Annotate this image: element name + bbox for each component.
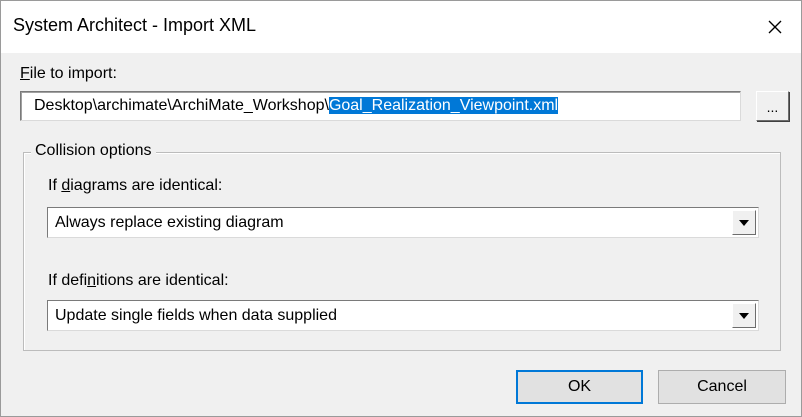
definitions-collision-value: Update single fields when data supplied <box>55 307 337 324</box>
file-path-selected: Goal_Realization_Viewpoint.xml <box>328 97 559 114</box>
diagrams-identical-label: If diagrams are identical: <box>48 177 222 195</box>
definitions-identical-label: If definitions are identical: <box>48 272 229 290</box>
definitions-label-post: itions are identical: <box>96 272 229 289</box>
definitions-label-pre: If defi <box>48 272 88 289</box>
file-label-text: ile to import: <box>29 65 117 82</box>
diagrams-label-post: iagrams are identical: <box>70 177 223 194</box>
window-title: System Architect - Import XML <box>13 15 257 35</box>
definitions-dropdown-button[interactable] <box>732 303 756 328</box>
ok-button[interactable]: OK <box>516 370 643 404</box>
close-button[interactable] <box>749 1 801 53</box>
diagrams-label-pre: If <box>48 177 62 194</box>
import-xml-dialog: System Architect - Import XML File to im… <box>0 0 802 417</box>
chevron-down-icon <box>739 312 749 319</box>
collision-options-legend: Collision options <box>31 142 156 160</box>
definitions-collision-select[interactable]: Update single fields when data supplied <box>47 300 759 331</box>
cancel-button[interactable]: Cancel <box>658 370 786 404</box>
file-to-import-label: File to import: <box>20 65 117 83</box>
diagrams-collision-select[interactable]: Always replace existing diagram <box>47 207 759 238</box>
title-bar: System Architect - Import XML <box>1 1 801 53</box>
file-path-input[interactable]: Desktop\archimate\ArchiMate_Workshop\Goa… <box>20 91 741 121</box>
browse-button[interactable]: ... <box>756 91 789 121</box>
chevron-down-icon <box>739 219 749 226</box>
diagrams-collision-value: Always replace existing diagram <box>55 214 284 231</box>
definitions-label-accelerator: n <box>87 272 97 289</box>
diagrams-dropdown-button[interactable] <box>732 210 756 235</box>
diagrams-label-accelerator: d <box>61 177 71 194</box>
close-icon <box>768 20 782 34</box>
file-label-accelerator: F <box>20 65 30 82</box>
file-path-prefix: Desktop\archimate\ArchiMate_Workshop\ <box>34 97 329 114</box>
